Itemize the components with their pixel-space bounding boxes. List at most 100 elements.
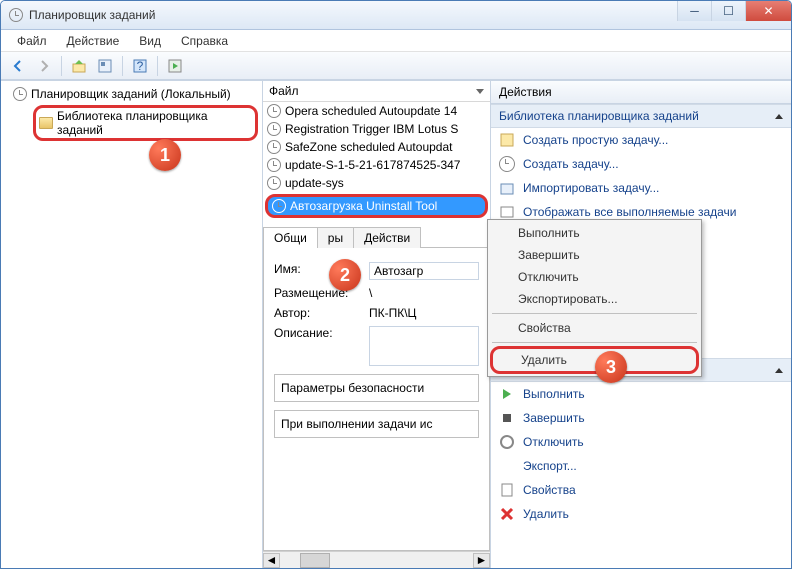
desc-label: Описание:	[274, 326, 369, 366]
menu-help[interactable]: Справка	[173, 32, 236, 50]
task-row[interactable]: update-sys	[263, 174, 490, 192]
tree-child[interactable]: Библиотека планировщика заданий	[1, 103, 262, 143]
task-row[interactable]: Registration Trigger IBM Lotus S	[263, 120, 490, 138]
scroll-left-icon[interactable]: ◄	[263, 553, 280, 568]
tab-triggers[interactable]: ры	[317, 227, 354, 248]
ctx-properties[interactable]: Свойства	[490, 317, 699, 339]
maximize-button[interactable]: ☐	[711, 1, 745, 21]
tree-child-highlight: Библиотека планировщика заданий	[33, 105, 258, 141]
task-icon	[267, 140, 281, 154]
run-label: При выполнении задачи ис	[281, 417, 433, 431]
window-controls: ─ ☐ ✕	[677, 1, 791, 29]
task-row-selected[interactable]: Автозагрузка Uninstall Tool	[265, 194, 488, 218]
annotation-badge-2: 2	[329, 259, 361, 291]
folder-icon	[39, 117, 53, 129]
ctx-sep	[492, 342, 697, 343]
action-disable[interactable]: Отключить	[491, 430, 791, 454]
task-label: Opera scheduled Autoupdate 14	[285, 104, 457, 118]
titlebar: Планировщик заданий ─ ☐ ✕	[1, 1, 791, 30]
desc-field[interactable]	[369, 326, 479, 366]
collapse-icon	[775, 114, 783, 119]
column-header-label: Файл	[269, 84, 299, 98]
svg-text:?: ?	[137, 59, 144, 73]
action-properties[interactable]: Свойства	[491, 478, 791, 502]
action-label: Завершить	[523, 411, 585, 425]
back-button[interactable]	[7, 55, 29, 77]
ctx-disable[interactable]: Отключить	[490, 266, 699, 288]
ctx-end[interactable]: Завершить	[490, 244, 699, 266]
context-menu: Выполнить Завершить Отключить Экспортиро…	[487, 219, 702, 377]
action-create-task[interactable]: Создать задачу...	[491, 152, 791, 176]
action-delete[interactable]: Удалить	[491, 502, 791, 526]
task-icon	[267, 122, 281, 136]
play-icon	[499, 386, 515, 402]
menubar: Файл Действие Вид Справка	[1, 30, 791, 52]
properties-button[interactable]	[94, 55, 116, 77]
menu-action[interactable]: Действие	[59, 32, 128, 50]
section-library[interactable]: Библиотека планировщика заданий	[491, 104, 791, 128]
task-row[interactable]: update-S-1-5-21-617874525-347	[263, 156, 490, 174]
tree-root[interactable]: Планировщик заданий (Локальный)	[1, 85, 262, 103]
task-row[interactable]: Opera scheduled Autoupdate 14	[263, 102, 490, 120]
scroll-thumb[interactable]	[300, 553, 330, 568]
column-header[interactable]: Файл	[263, 81, 490, 102]
clock-icon	[499, 156, 515, 172]
task-icon	[267, 176, 281, 190]
tab-actions[interactable]: Действи	[353, 227, 421, 248]
author-label: Автор:	[274, 306, 369, 320]
disable-icon	[499, 434, 515, 450]
action-export[interactable]: Экспорт...	[491, 454, 791, 478]
blank-icon	[499, 458, 515, 474]
ctx-sep	[492, 313, 697, 314]
menu-file[interactable]: Файл	[9, 32, 55, 50]
action-label: Отключить	[523, 435, 584, 449]
task-label-selected: Автозагрузка Uninstall Tool	[290, 199, 437, 213]
window-title: Планировщик заданий	[29, 8, 671, 22]
action-label: Удалить	[523, 507, 569, 521]
action-create-basic[interactable]: Создать простую задачу...	[491, 128, 791, 152]
minimize-button[interactable]: ─	[677, 1, 711, 21]
location-value: \	[369, 286, 372, 300]
stop-icon	[499, 410, 515, 426]
task-icon	[267, 158, 281, 172]
close-button[interactable]: ✕	[745, 1, 791, 21]
help-button[interactable]: ?	[129, 55, 151, 77]
action-label: Свойства	[523, 483, 576, 497]
action-label: Экспорт...	[523, 459, 577, 473]
ctx-run[interactable]: Выполнить	[490, 222, 699, 244]
section-library-label: Библиотека планировщика заданий	[499, 109, 699, 123]
action-label: Выполнить	[523, 387, 585, 401]
task-row[interactable]: SafeZone scheduled Autoupdat	[263, 138, 490, 156]
annotation-badge-1: 1	[149, 139, 181, 171]
ctx-export[interactable]: Экспортировать...	[490, 288, 699, 310]
tab-general[interactable]: Общи	[263, 227, 318, 248]
toolbar-sep3	[157, 56, 158, 76]
run-button[interactable]	[164, 55, 186, 77]
up-button[interactable]	[68, 55, 90, 77]
security-group: Параметры безопасности	[274, 374, 479, 402]
forward-button[interactable]	[33, 55, 55, 77]
sort-icon	[476, 89, 484, 94]
toolbar-sep2	[122, 56, 123, 76]
author-value: ПК-ПК\Ц	[369, 306, 416, 320]
action-import[interactable]: Импортировать задачу...	[491, 176, 791, 200]
task-icon	[267, 104, 281, 118]
action-label: Импортировать задачу...	[523, 181, 659, 195]
action-run[interactable]: Выполнить	[491, 382, 791, 406]
scroll-right-icon[interactable]: ►	[473, 553, 490, 568]
horizontal-scrollbar[interactable]: ◄ ►	[263, 551, 490, 568]
task-list: Opera scheduled Autoupdate 14 Registrati…	[263, 102, 490, 220]
list-icon	[499, 204, 515, 220]
run-group: При выполнении задачи ис	[274, 410, 479, 438]
menu-view[interactable]: Вид	[131, 32, 169, 50]
properties-icon	[499, 482, 515, 498]
app-icon	[9, 8, 23, 22]
action-end[interactable]: Завершить	[491, 406, 791, 430]
toolbar: ?	[1, 52, 791, 80]
tree-root-label: Планировщик заданий (Локальный)	[31, 87, 231, 101]
task-label: update-S-1-5-21-617874525-347	[285, 158, 460, 172]
tree-child-label: Библиотека планировщика заданий	[57, 109, 252, 137]
toolbar-sep	[61, 56, 62, 76]
name-field[interactable]: Автозагр	[369, 262, 479, 280]
wizard-icon	[499, 132, 515, 148]
